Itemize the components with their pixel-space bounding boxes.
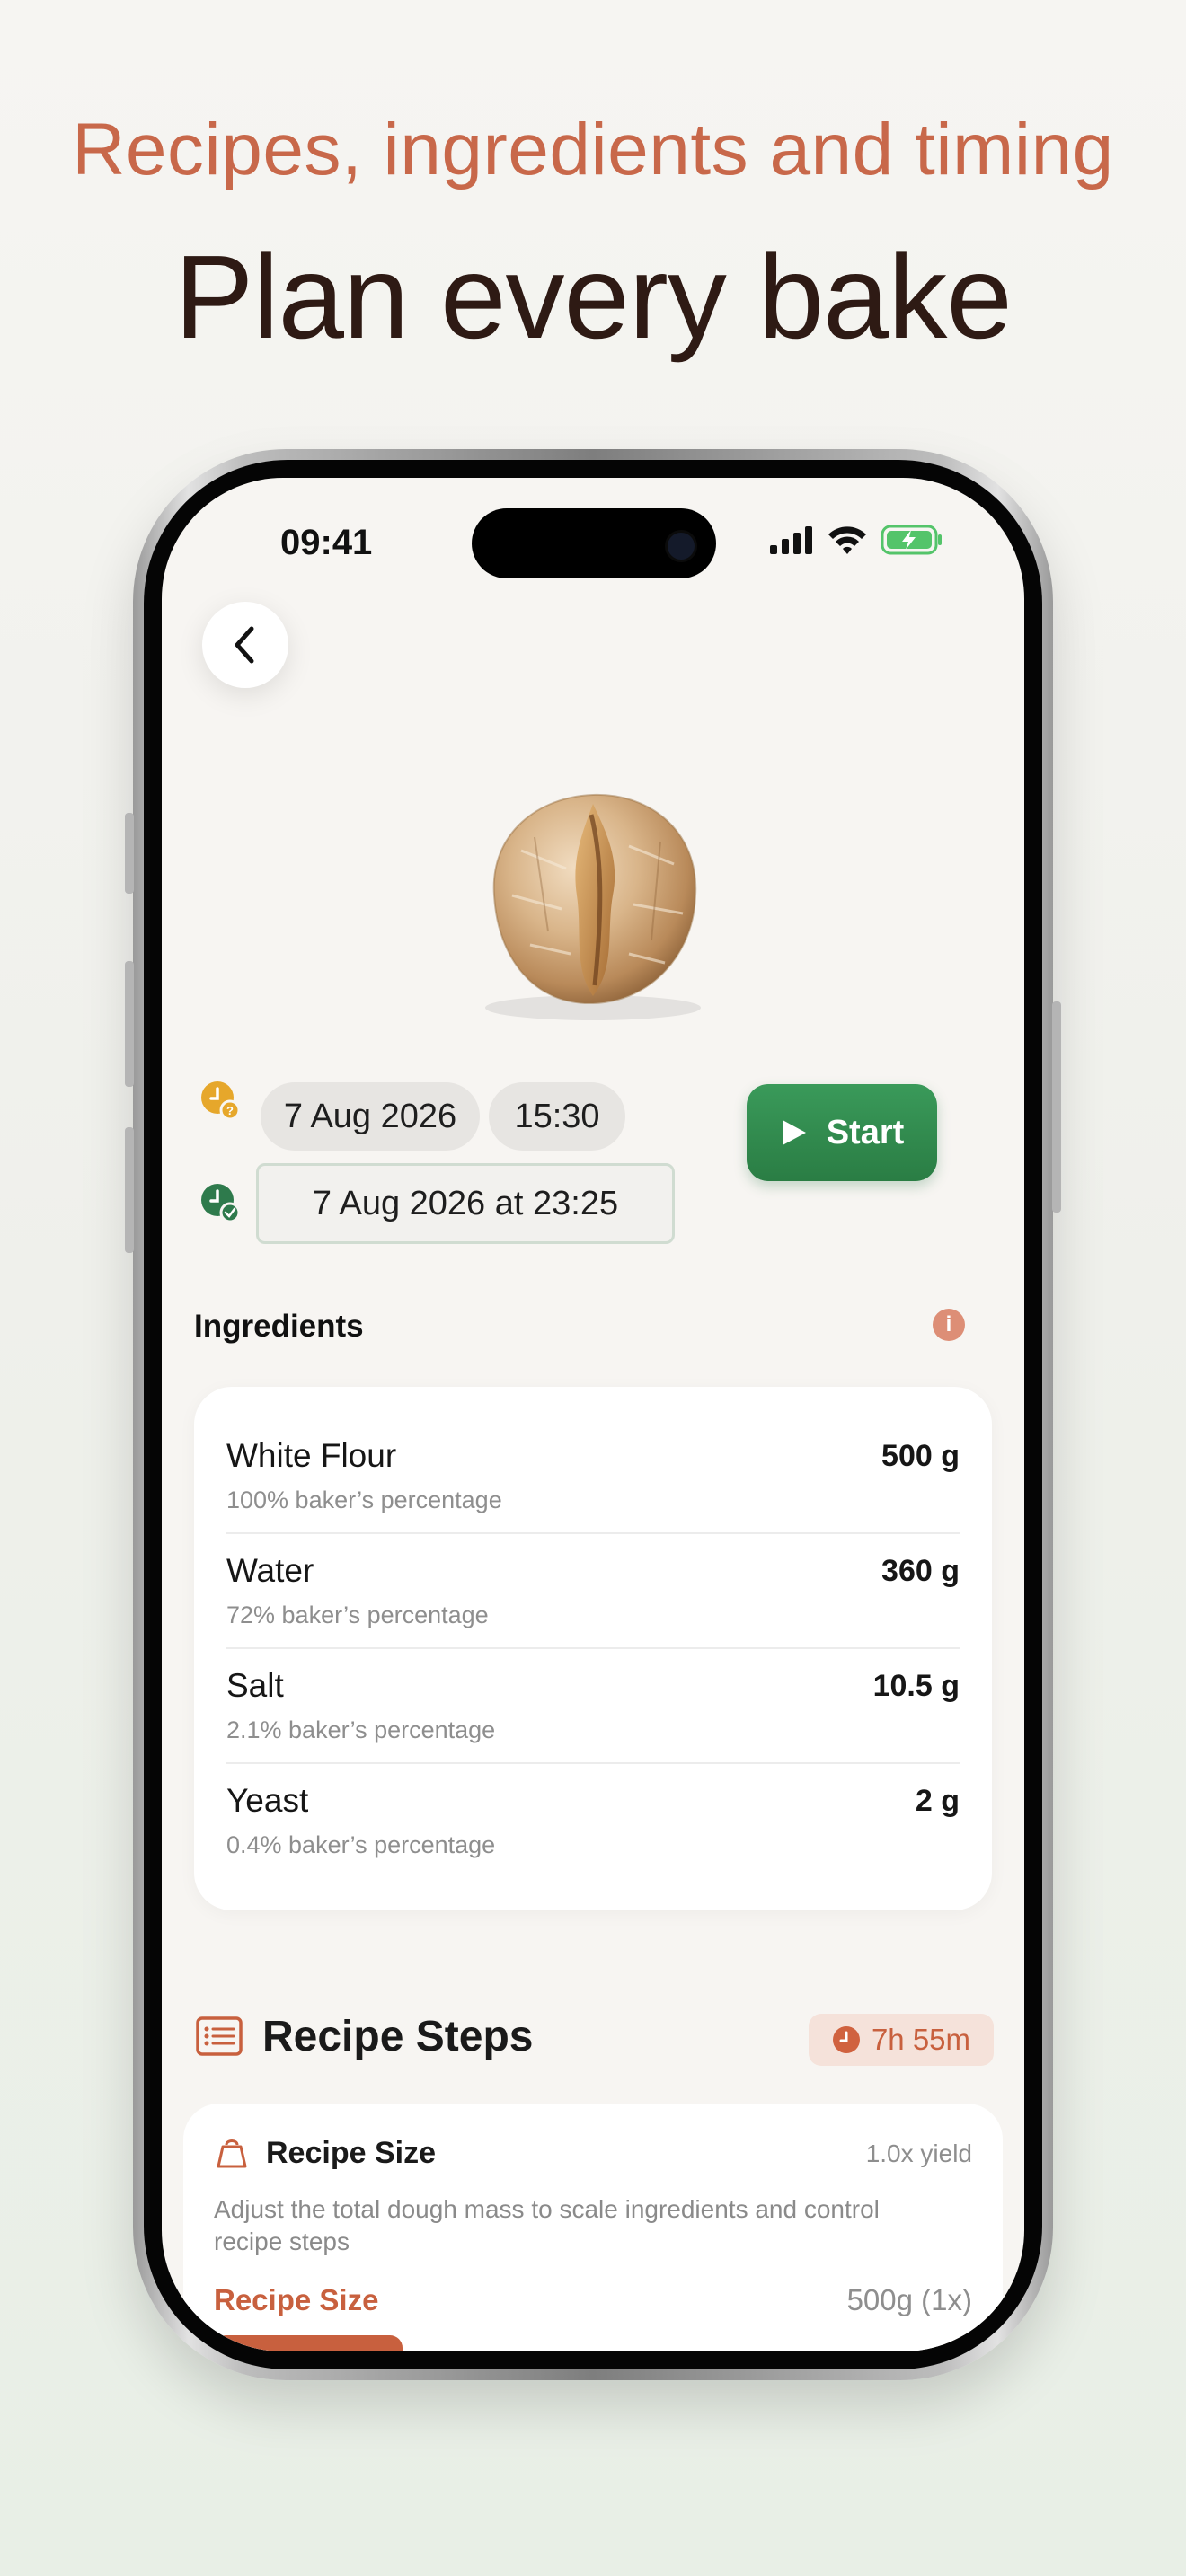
side-button-volume-up [125,961,134,1087]
play-icon [782,1120,806,1145]
side-button-action [125,813,134,894]
end-clock-icon [201,1184,241,1223]
recipe-size-value: 500g (1x) [846,2283,972,2316]
ingredient-quantity: 2 g [915,1784,960,1818]
front-camera [665,530,697,562]
recipe-yield: 1.0x yield [865,2139,972,2167]
battery-charging-icon [881,525,942,555]
ingredient-row: White Flour 100% baker’s percentage 500 … [226,1419,960,1534]
ingredient-percentage: 2.1% baker’s percentage [226,1716,496,1743]
ingredient-percentage: 72% baker’s percentage [226,1601,489,1628]
svg-text:?: ? [226,1104,234,1117]
recipe-size-card: Recipe Size 1.0x yield Adjust the total … [183,2104,1003,2351]
ingredient-name: Water [226,1552,314,1589]
ingredient-percentage: 100% baker’s percentage [226,1486,502,1513]
duration-text: 7h 55m [871,2023,971,2056]
duration-badge: 7h 55m [809,2014,994,2066]
promo-subtitle: Recipes, ingredients and timing [72,109,1114,190]
cellular-signal-icon [770,526,812,554]
ingredient-name: Salt [226,1667,284,1704]
ingredient-quantity: 500 g [881,1439,960,1473]
start-button[interactable]: Start [747,1084,937,1181]
ingredient-quantity: 10.5 g [872,1669,960,1703]
ingredients-heading: Ingredients [194,1309,364,1344]
status-icons [769,525,943,555]
ingredient-row: Yeast 0.4% baker’s percentage 2 g [226,1764,960,1879]
multiplier-3x-button[interactable]: 3x [597,2335,785,2351]
ingredient-quantity: 360 g [881,1554,960,1588]
end-datetime-field[interactable]: 7 Aug 2026 at 23:25 [256,1163,675,1244]
ingredient-row: Water 72% baker’s percentage 360 g [226,1534,960,1649]
start-clock-icon: ? [201,1081,241,1121]
start-date-pill[interactable]: 7 Aug 2026 [261,1082,480,1151]
kettlebell-weight-icon [217,2139,247,2168]
multiplier-4x-button[interactable]: 4x [787,2335,976,2351]
ingredient-name: Yeast [226,1782,309,1819]
clock-icon [832,2026,860,2053]
chevron-left-icon [235,626,254,664]
recipe-size-description: Adjust the total dough mass to scale ing… [214,2195,880,2255]
bread-loaf-image [485,793,701,1020]
info-icon[interactable]: i [933,1309,965,1341]
wifi-icon [828,526,866,554]
recipe-size-title: Recipe Size [266,2136,436,2170]
promo-title: Plan every bake [174,231,1013,363]
side-button-volume-down [125,1127,134,1253]
start-time-pill[interactable]: 15:30 [489,1082,625,1151]
ingredient-row: Salt 2.1% baker’s percentage 10.5 g [226,1649,960,1764]
recipe-list-icon [196,2016,243,2056]
ingredient-name: White Flour [226,1437,397,1474]
side-button-power [1052,1001,1061,1213]
multiplier-2x-button[interactable]: 2x [406,2335,595,2351]
app-screen: 09:41 ? 7 Aug 2026 15:30 7 Aug 2026 at 2… [162,478,1024,2351]
multiplier-1x-button[interactable]: 1x [214,2335,403,2351]
recipe-steps-heading: Recipe Steps [262,2013,534,2060]
recipe-size-label: Recipe Size [214,2283,379,2316]
ingredients-card: White Flour 100% baker’s percentage 500 … [194,1387,992,1910]
back-button[interactable] [202,602,288,688]
ingredient-percentage: 0.4% baker’s percentage [226,1831,496,1858]
start-button-label: Start [826,1113,905,1151]
status-time: 09:41 [280,523,373,562]
